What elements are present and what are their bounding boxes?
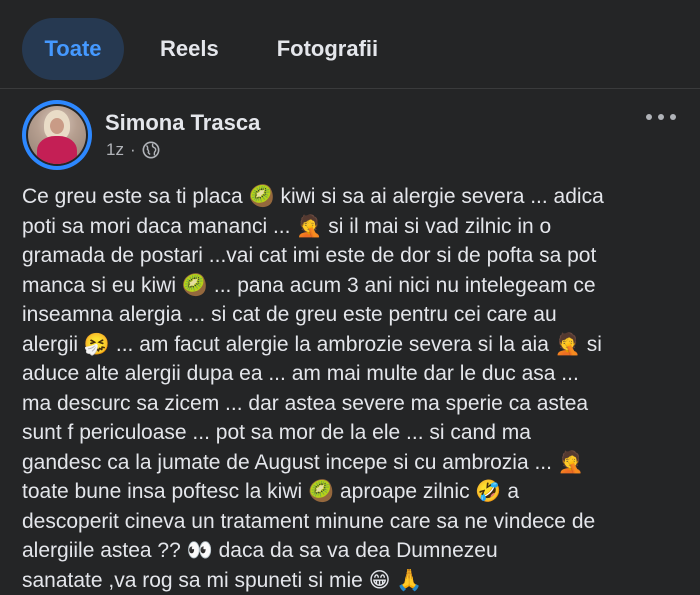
post-text-line: alergiile astea ?? 👀 daca da sa va dea D…	[22, 536, 682, 566]
avatar-photo	[28, 106, 86, 164]
post-text-segment: toate bune insa poftesc la kiwi	[22, 480, 308, 503]
globe-icon	[142, 141, 160, 159]
avatar[interactable]	[22, 100, 92, 170]
post-text-line: alergii 🤧 ... am facut alergie la ambroz…	[22, 330, 682, 360]
post-text-line: Ce greu este sa ti placa 🥝 kiwi si sa ai…	[22, 182, 682, 212]
post-text-line: manca si eu kiwi 🥝 ... pana acum 3 ani n…	[22, 271, 682, 301]
post-text-segment: ... am facut alergie la ambrozie severa …	[110, 333, 555, 356]
post-text-line: poti sa mori daca mananci ... 🤦 si il ma…	[22, 212, 682, 242]
post-text-segment: sunt f periculoase ... pot sa mor de la …	[22, 421, 531, 444]
post-text-segment: gramada de postari ...vai cat imi este d…	[22, 244, 596, 267]
post-text-segment: aduce alte alergii dupa ea ... am mai mu…	[22, 362, 579, 385]
post-text-segment: poti sa mori daca mananci ...	[22, 215, 296, 238]
post-text-segment: a	[502, 480, 520, 503]
post-text-segment: alergiile astea ??	[22, 539, 187, 562]
post-text-line: gandesc ca la jumate de August incepe si…	[22, 448, 682, 478]
emoji: 😁	[369, 568, 391, 592]
post-text-segment: gandesc ca la jumate de August incepe si…	[22, 451, 558, 474]
post-text-line: sunt f periculoase ... pot sa mor de la …	[22, 418, 682, 448]
post-text: Ce greu este sa ti placa 🥝 kiwi si sa ai…	[22, 182, 682, 595]
post-text-line: inseamna alergia ... si cat de greu este…	[22, 300, 682, 330]
emoji: 🤦	[558, 450, 584, 474]
emoji: 🤧	[84, 332, 110, 356]
post-text-segment: si	[581, 333, 602, 356]
post-time[interactable]: 1z	[106, 140, 124, 160]
emoji: 🤦	[296, 214, 322, 238]
post-text-line: descoperit cineva un tratament minune ca…	[22, 507, 682, 537]
post-meta: 1z ·	[106, 140, 160, 160]
tab-reels[interactable]: Reels	[140, 18, 239, 80]
emoji: 🥝	[308, 479, 334, 503]
tab-all[interactable]: Toate	[22, 18, 124, 80]
post-text-line: toate bune insa poftesc la kiwi 🥝 aproap…	[22, 477, 682, 507]
post-text-line: aduce alte alergii dupa ea ... am mai mu…	[22, 359, 682, 389]
post-text-segment: ... pana acum 3 ani nici nu intelegeam c…	[208, 274, 596, 297]
post-text-segment: daca da sa va dea Dumnezeu	[213, 539, 498, 562]
author-name[interactable]: Simona Trasca	[105, 110, 260, 136]
emoji: 🥝	[248, 184, 274, 208]
post-text-line: ma descurc sa zicem ... dar astea severe…	[22, 389, 682, 419]
tab-bar: Toate Reels Fotografii	[22, 18, 408, 80]
post-text-segment: alergii	[22, 333, 84, 356]
post-text-segment: aproape zilnic	[334, 480, 475, 503]
emoji: 🤣	[475, 479, 501, 503]
divider	[0, 88, 700, 89]
post-text-segment: sanatate ,va rog sa mi spuneti si mie	[22, 569, 369, 592]
meta-separator: ·	[130, 140, 136, 160]
post-text-line: gramada de postari ...vai cat imi este d…	[22, 241, 682, 271]
emoji: 🙏	[396, 568, 422, 592]
post-text-line: sanatate ,va rog sa mi spuneti si mie 😁 …	[22, 566, 682, 595]
emoji: 👀	[187, 538, 213, 562]
emoji: 🥝	[182, 273, 208, 297]
tab-photos[interactable]: Fotografii	[257, 18, 398, 80]
post-text-segment: manca si eu kiwi	[22, 274, 182, 297]
more-options-icon[interactable]	[646, 110, 676, 124]
post-text-segment: kiwi si sa ai alergie severa ... adica	[275, 185, 604, 208]
post-text-segment: Ce greu este sa ti placa	[22, 185, 248, 208]
post-text-segment: descoperit cineva un tratament minune ca…	[22, 510, 595, 533]
post-text-segment: inseamna alergia ... si cat de greu este…	[22, 303, 557, 326]
emoji: 🤦	[555, 332, 581, 356]
post-text-segment: ma descurc sa zicem ... dar astea severe…	[22, 392, 588, 415]
post-text-segment: si il mai si vad zilnic in o	[322, 215, 551, 238]
